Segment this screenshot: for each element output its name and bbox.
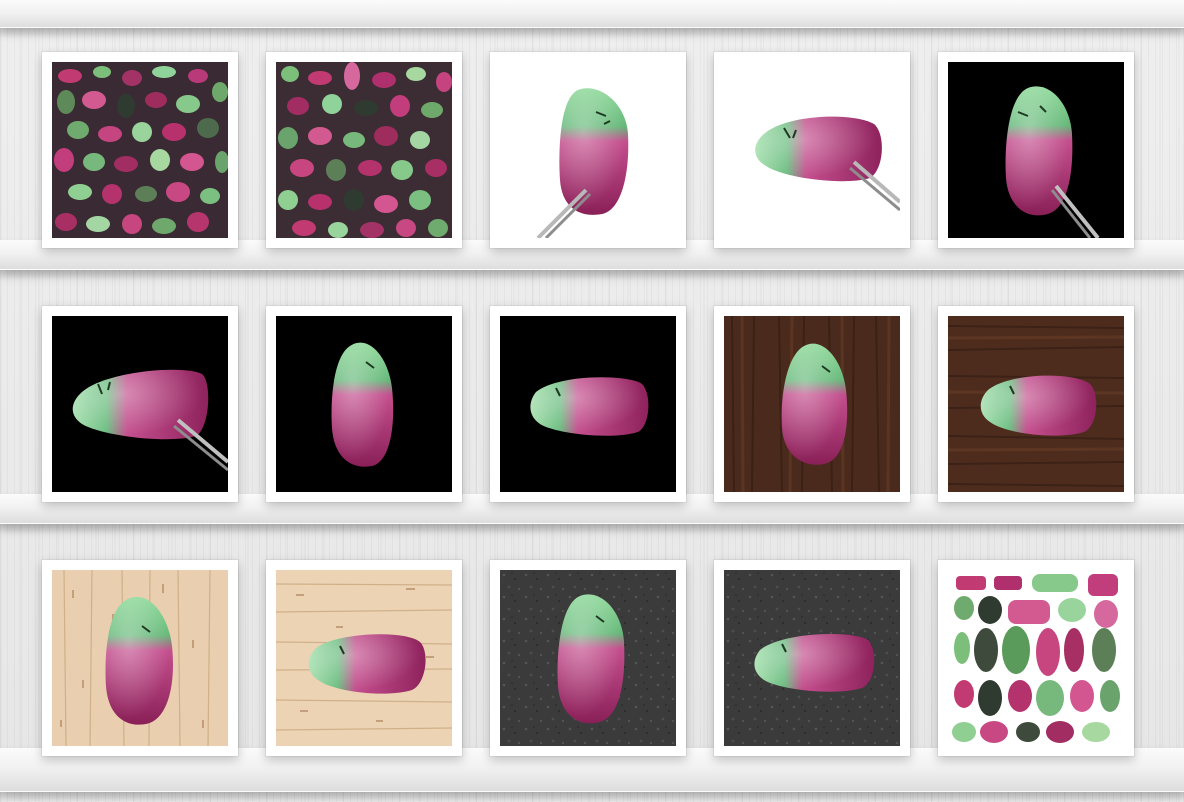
photo-tile-white-tweezers-vertical[interactable] [490, 52, 686, 248]
photo-tile-black-horizontal[interactable] [490, 306, 686, 502]
gemstone-collection-image [948, 570, 1124, 746]
gemstone-photo [724, 62, 900, 238]
photo-tile-lightwood-horizontal[interactable] [266, 560, 462, 756]
gemstone-photo [948, 62, 1124, 238]
photo-tile-darkwood-vertical[interactable] [714, 306, 910, 502]
photo-tile-mosaic-2[interactable] [266, 52, 462, 248]
photo-tile-darkwood-horizontal[interactable] [938, 306, 1134, 502]
photo-tile-black-tweezers-vertical[interactable] [938, 52, 1134, 248]
gemstone-mosaic-image [52, 62, 228, 238]
gemstone-mosaic-image [276, 62, 452, 238]
photo-tile-black-tweezers-horizontal[interactable] [42, 306, 238, 502]
gemstone-photo [52, 316, 228, 492]
photo-tile-lightwood-vertical[interactable] [42, 560, 238, 756]
gemstone-photo [500, 570, 676, 746]
gemstone-photo [724, 316, 900, 492]
gemstone-photo [500, 316, 676, 492]
gemstone-photo [276, 570, 452, 746]
gemstone-photo [724, 570, 900, 746]
photo-tile-slate-vertical[interactable] [490, 560, 686, 756]
gemstone-photo [948, 316, 1124, 492]
photo-tile-white-tweezers-horizontal[interactable] [714, 52, 910, 248]
top-shelf-board [0, 0, 1184, 38]
photo-tile-mosaic-1[interactable] [42, 52, 238, 248]
gemstone-photo [500, 62, 676, 238]
gemstone-photo [276, 316, 452, 492]
photo-tile-slate-horizontal[interactable] [714, 560, 910, 756]
gemstone-photo [52, 570, 228, 746]
photo-tile-black-vertical[interactable] [266, 306, 462, 502]
photo-tile-white-collection[interactable] [938, 560, 1134, 756]
